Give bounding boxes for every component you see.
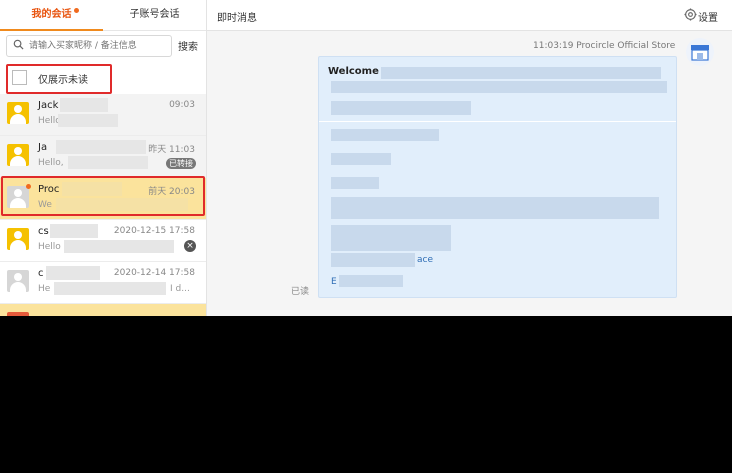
selected-conversation-highlight <box>1 176 205 216</box>
blurred-preview <box>64 240 174 253</box>
unread-only-checkbox[interactable] <box>12 70 27 85</box>
search-button[interactable]: 搜索 <box>178 38 198 53</box>
blurred-name <box>50 224 98 238</box>
list-item[interactable]: Jack 09:03 Hello <box>0 94 206 136</box>
read-status: 已读 <box>291 287 310 297</box>
blurred-preview <box>54 282 166 295</box>
link-text[interactable]: ace <box>417 255 433 265</box>
tab-sub-account-sessions[interactable]: 子账号会话 <box>103 0 206 30</box>
conversation-time: 2020-12-15 17:58 <box>113 226 195 236</box>
blurred-text <box>331 81 667 93</box>
list-item[interactable]: Ja 昨天 11:03 Hello, 已转接 <box>0 136 206 178</box>
conversation-name: Ja <box>38 142 48 153</box>
blurred-link <box>339 275 403 287</box>
blurred-name <box>60 98 108 112</box>
unread-only-filter[interactable]: 仅展示未读 <box>6 64 112 94</box>
search-icon <box>13 39 24 50</box>
conversation-preview-tail: I d... <box>170 284 190 294</box>
conversation-panel: 我的会话 子账号会话 搜索 仅展示未读 Jack 09:03 He <box>0 0 207 316</box>
conversation-preview: Hello, <box>38 158 64 168</box>
blurred-text <box>381 67 661 79</box>
conversation-time: 昨天 11:03 <box>148 145 195 155</box>
tab-my-sessions-label: 我的会话 <box>31 9 72 20</box>
blurred-name <box>56 140 146 154</box>
blurred-text <box>331 225 451 251</box>
unread-only-label: 仅展示未读 <box>38 75 88 86</box>
blurred-link <box>331 253 415 267</box>
chat-header: 即时消息 设置 <box>207 0 732 31</box>
blurred-preview <box>58 114 118 127</box>
yellow-user-icon <box>7 102 29 124</box>
search-input[interactable] <box>27 37 171 55</box>
divider <box>319 121 676 122</box>
list-item[interactable] <box>0 304 206 316</box>
message-meta: 11:03:19 Procircle Official Store <box>533 41 676 51</box>
conversation-name: cs <box>38 226 49 237</box>
settings-button[interactable]: 设置 <box>698 9 718 24</box>
chat-title: 即时消息 <box>217 13 257 24</box>
close-icon[interactable]: × <box>184 240 196 252</box>
transferred-badge: 已转接 <box>166 158 196 169</box>
conversation-name: c <box>38 268 44 279</box>
blurred-text <box>331 197 659 219</box>
list-item[interactable]: cs 2020-12-15 17:58 Hello × <box>0 220 206 262</box>
session-tabs: 我的会话 子账号会话 <box>0 0 206 31</box>
yellow-user-icon <box>7 228 29 250</box>
conversation-time: 09:03 <box>169 100 195 110</box>
conversation-preview: He <box>38 284 51 294</box>
gear-icon[interactable] <box>684 8 697 21</box>
conversation-time: 2020-12-14 17:58 <box>113 268 195 278</box>
message-bubble: Welcome ace E <box>318 56 677 298</box>
search-box <box>6 35 172 57</box>
blurred-text <box>331 129 439 141</box>
blurred-text <box>331 177 379 189</box>
chat-app-window: 我的会话 子账号会话 搜索 仅展示未读 Jack 09:03 He <box>0 0 732 316</box>
blurred-preview <box>68 156 148 169</box>
unread-dot-icon <box>74 8 79 13</box>
store-icon <box>686 38 714 66</box>
list-item[interactable]: c 2020-12-14 17:58 He I d... <box>0 262 206 304</box>
yellow-user-icon <box>7 144 29 166</box>
blurred-name <box>46 266 100 280</box>
grey-user-icon <box>7 270 29 292</box>
welcome-text: Welcome <box>328 66 379 77</box>
store-avatar-icon <box>7 312 29 316</box>
blurred-text <box>331 153 391 165</box>
chat-bottom-edge <box>207 304 732 316</box>
conversation-name: Jack <box>38 100 59 111</box>
tab-my-sessions[interactable]: 我的会话 <box>0 0 103 31</box>
chat-panel: 即时消息 设置 11:03:19 Procircle Official Stor… <box>207 0 732 316</box>
conversation-preview: Hello <box>38 242 61 252</box>
blurred-text <box>331 101 471 115</box>
email-link-text[interactable]: E <box>331 277 337 287</box>
